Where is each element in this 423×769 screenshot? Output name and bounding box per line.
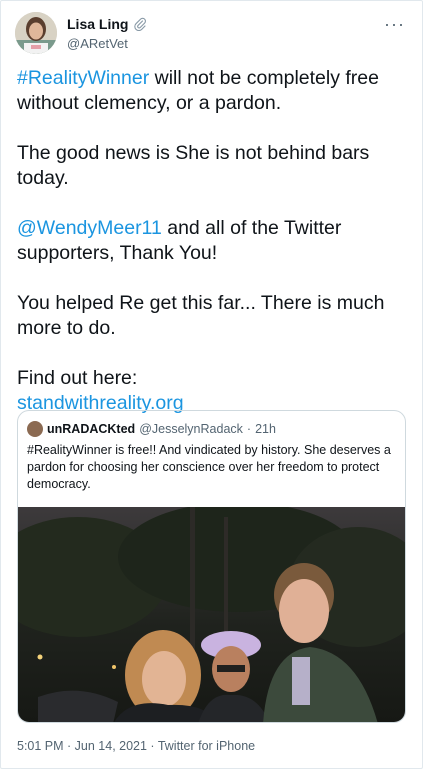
tweet-text-segment: Find out here: bbox=[17, 367, 138, 389]
tweet-link[interactable]: #RealityWinner bbox=[17, 67, 149, 89]
tweet-header: Lisa Ling @ARetVet ··· bbox=[15, 12, 411, 56]
tweet-paragraph: The good news is She is not behind bars … bbox=[17, 141, 407, 191]
tweet-paragraph: Find out here: standwithreality.org bbox=[17, 366, 407, 416]
quoted-avatar bbox=[27, 421, 43, 437]
quoted-tweet-header: unRADACKted @JesselynRadack · 21h bbox=[27, 421, 276, 437]
tweet-link[interactable]: @WendyMeer11 bbox=[17, 217, 162, 239]
quoted-photo[interactable] bbox=[18, 507, 406, 723]
author-block: Lisa Ling @ARetVet bbox=[67, 16, 147, 51]
tweet-text-segment: The good news is She is not behind bars … bbox=[17, 142, 370, 189]
author-handle[interactable]: @ARetVet bbox=[67, 36, 147, 51]
tweet-text: #RealityWinner will not be completely fr… bbox=[17, 66, 407, 416]
quoted-handle: @JesselynRadack bbox=[139, 422, 243, 436]
tweet-paragraph: @WendyMeer11 and all of the Twitter supp… bbox=[17, 216, 407, 266]
paperclip-icon bbox=[133, 17, 147, 32]
author-display-name[interactable]: Lisa Ling bbox=[67, 16, 128, 32]
quoted-separator: · bbox=[246, 422, 252, 436]
quoted-time: 21h bbox=[255, 422, 276, 436]
quoted-display-name: unRADACKted bbox=[47, 422, 136, 436]
quoted-tweet[interactable]: unRADACKted @JesselynRadack · 21h #Reali… bbox=[17, 410, 406, 723]
tweet-text-segment: You helped Re get this far... There is m… bbox=[17, 292, 385, 339]
tweet-paragraph: #RealityWinner will not be completely fr… bbox=[17, 66, 407, 116]
quoted-text: #RealityWinner is free!! And vindicated … bbox=[27, 443, 391, 491]
tweet-card: Lisa Ling @ARetVet ··· #RealityWinner wi… bbox=[0, 0, 423, 769]
avatar[interactable] bbox=[15, 12, 57, 54]
tweet-meta[interactable]: 5:01 PM · Jun 14, 2021 · Twitter for iPh… bbox=[17, 739, 255, 753]
more-options-icon[interactable]: ··· bbox=[384, 14, 405, 35]
tweet-paragraph: You helped Re get this far... There is m… bbox=[17, 291, 407, 341]
